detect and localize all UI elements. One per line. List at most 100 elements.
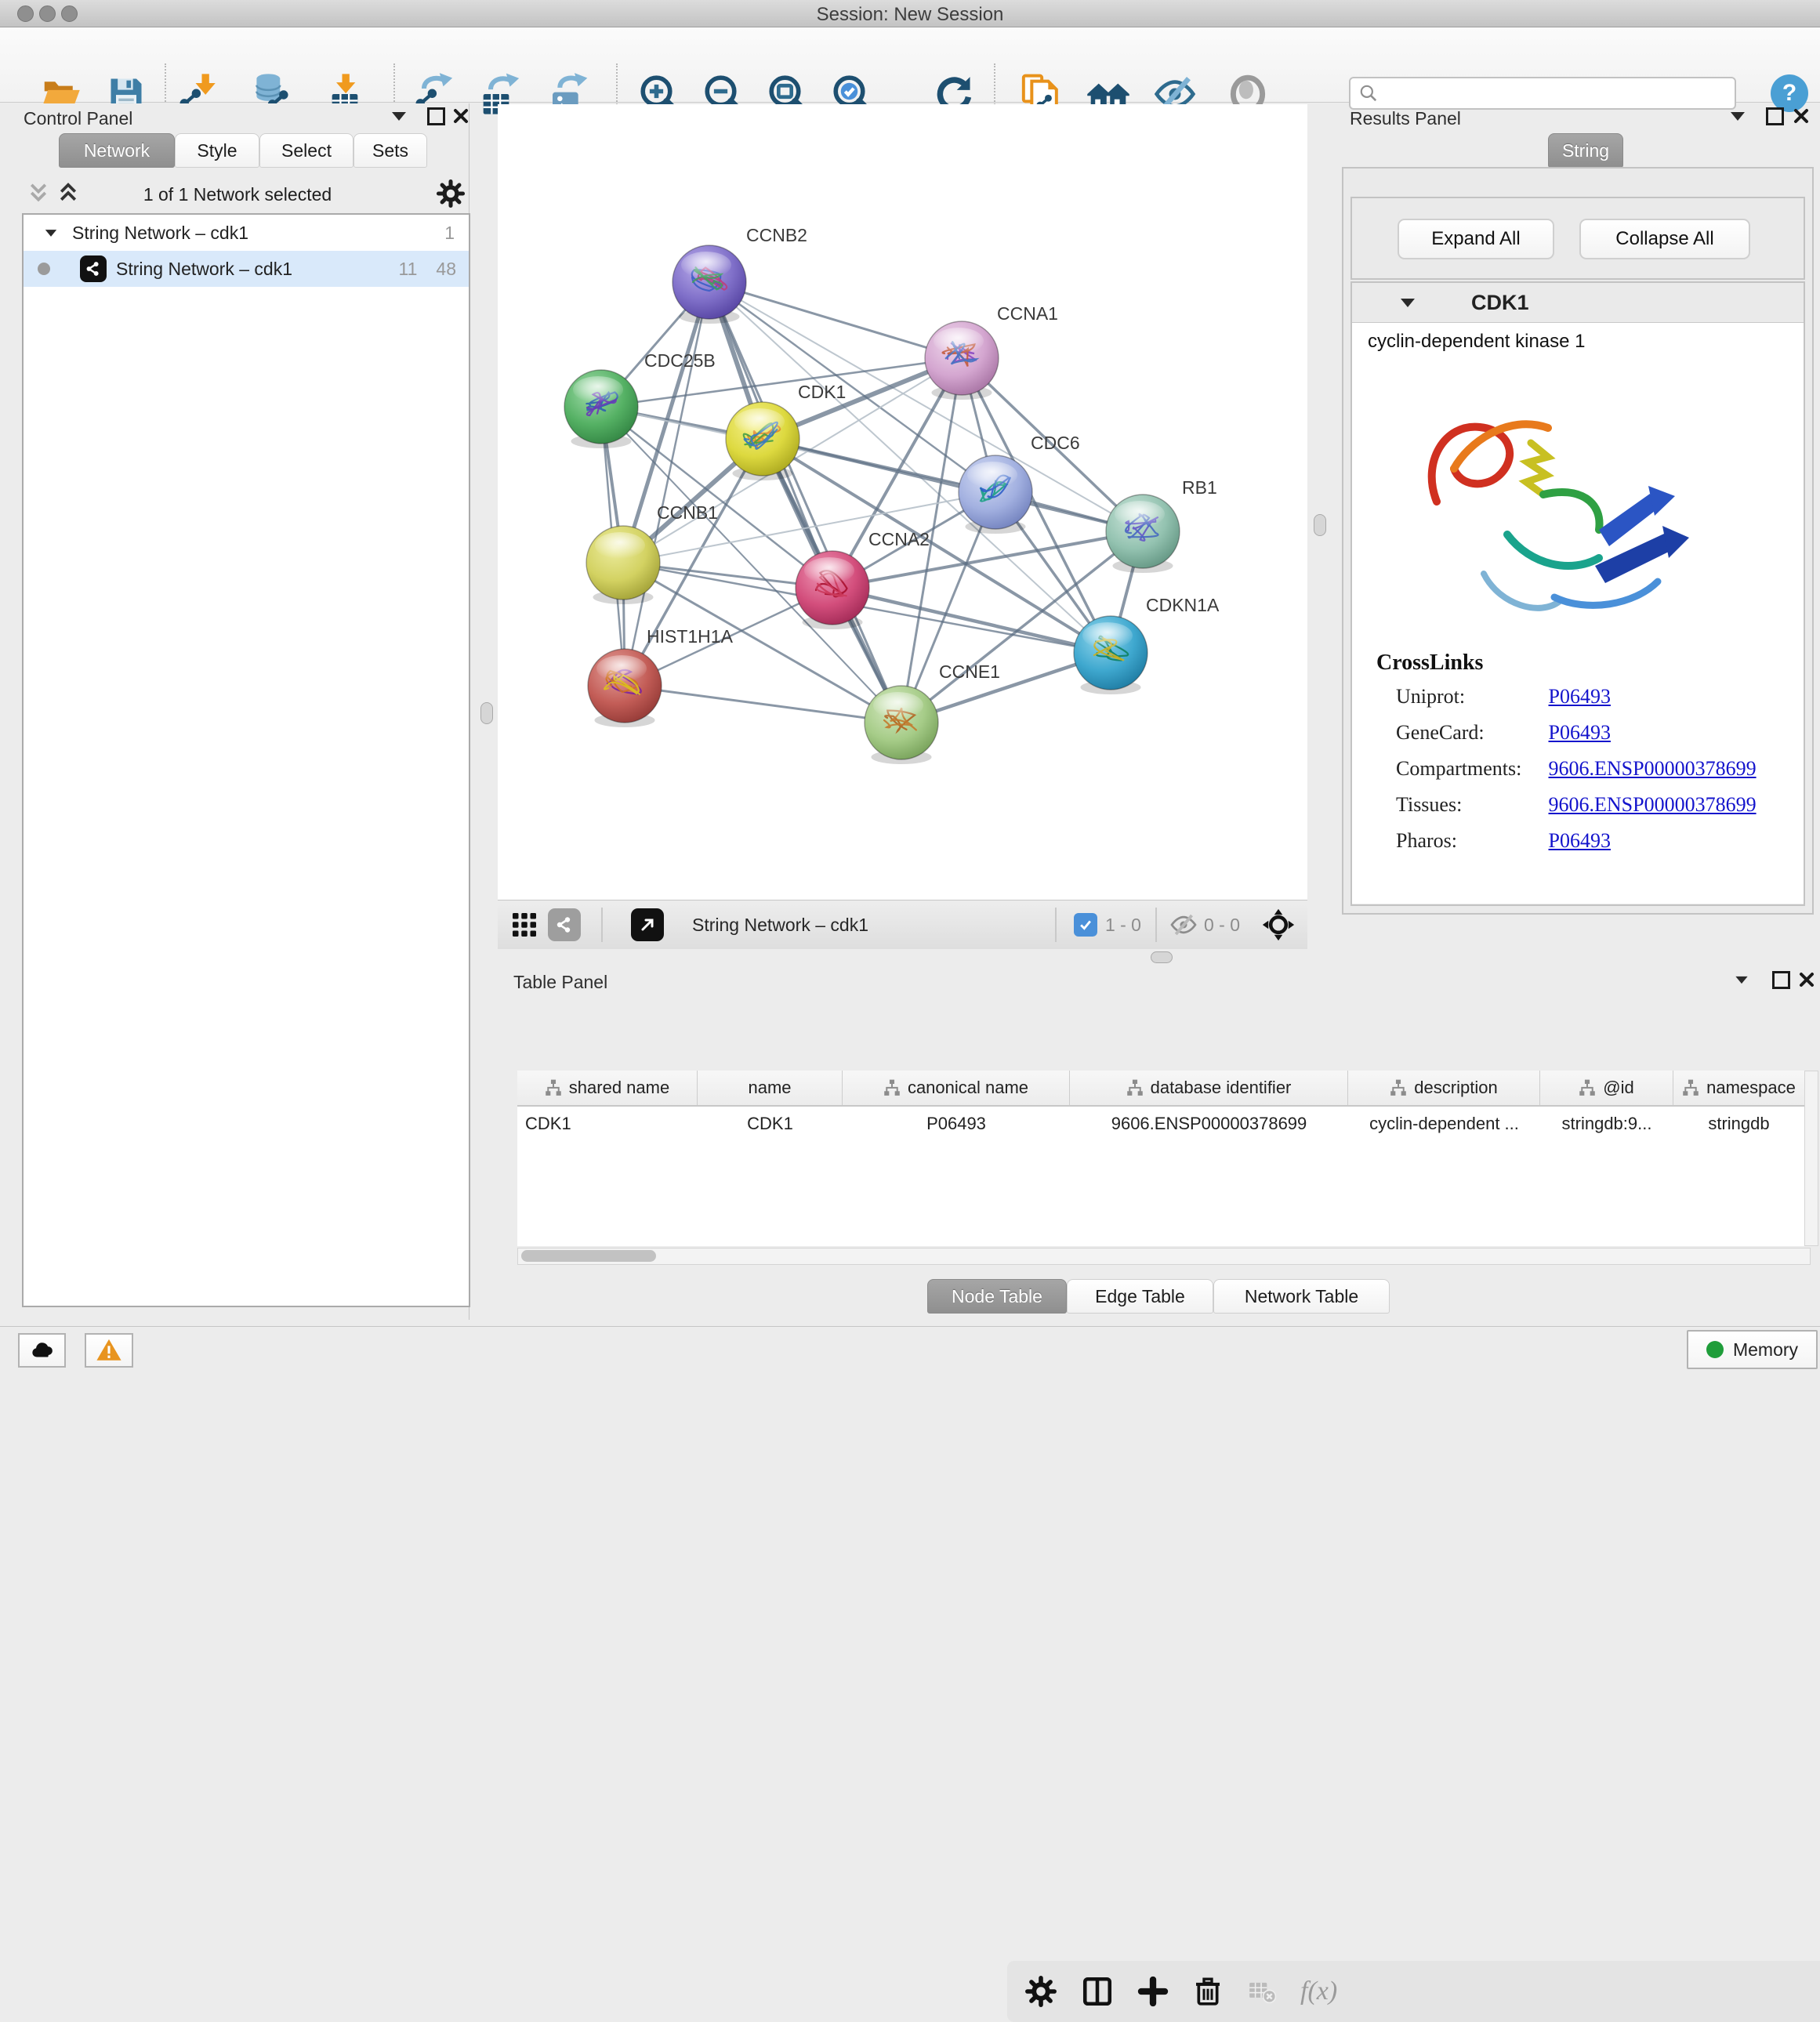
right-splitter-handle[interactable] [1314, 514, 1326, 536]
cell-description[interactable]: cyclin-dependent ... [1348, 1107, 1540, 1141]
panel-close-icon[interactable] [451, 107, 470, 125]
view-grid-icon[interactable] [510, 911, 538, 939]
collection-expand-caret-icon[interactable] [45, 230, 56, 237]
create-column-plus-icon[interactable] [1137, 1976, 1169, 2007]
tab-edge-table[interactable]: Edge Table [1067, 1279, 1213, 1314]
network-canvas[interactable]: CCNB2CCNA1CDC25BCDK1CDC6RB1CCNB1CCNA2CDK… [498, 104, 1307, 900]
panel-menu-caret-icon[interactable] [1735, 977, 1747, 984]
column-header-name[interactable]: name [698, 1071, 843, 1105]
node-gloss-highlight [734, 408, 785, 435]
crosslink-value-link[interactable]: 9606.ENSP00000378699 [1549, 757, 1757, 780]
crosslink-label: Compartments: [1396, 757, 1543, 781]
tab-string[interactable]: String [1548, 133, 1623, 168]
network-node-cdkn1a[interactable]: CDKN1A [1074, 595, 1220, 694]
warning-status-button[interactable] [85, 1333, 133, 1368]
node-label-rb1: RB1 [1182, 477, 1217, 498]
tab-network[interactable]: Network [59, 133, 175, 168]
crosslink-value-link[interactable]: P06493 [1549, 721, 1611, 744]
network-node-rb1[interactable]: RB1 [1106, 477, 1217, 573]
network-graph[interactable]: CCNB2CCNA1CDC25BCDK1CDC6RB1CCNB1CCNA2CDK… [498, 104, 1307, 900]
search-input[interactable] [1379, 82, 1735, 104]
panel-menu-caret-icon[interactable] [1731, 112, 1745, 121]
network-options-gear-icon[interactable] [436, 179, 466, 208]
crosslink-value-link[interactable]: 9606.ENSP00000378699 [1549, 793, 1757, 816]
panel-menu-caret-icon[interactable] [392, 112, 406, 121]
tab-select[interactable]: Select [259, 133, 353, 168]
column-header-at-id[interactable]: @id [1540, 1071, 1673, 1105]
panel-close-icon[interactable] [1797, 970, 1816, 989]
network-node-count: 11 [399, 259, 418, 280]
scrollbar-thumb[interactable] [521, 1250, 656, 1262]
string-network-badge-icon [80, 255, 107, 282]
network-node-cdc25b[interactable]: CDC25B [564, 350, 716, 448]
node-label-cdc6: CDC6 [1031, 433, 1080, 453]
node-label-cdc25b: CDC25B [644, 350, 716, 371]
node-gloss-highlight [596, 655, 647, 682]
network-view-title: String Network – cdk1 [692, 915, 868, 936]
column-header-description[interactable]: description [1348, 1071, 1540, 1105]
cell-name[interactable]: CDK1 [698, 1107, 843, 1141]
network-edge-count: 48 [436, 259, 456, 280]
selected-node-edge-counts: 1 - 0 [1105, 915, 1141, 936]
network-row[interactable]: String Network – cdk1 11 48 [24, 251, 469, 287]
tab-node-table[interactable]: Node Table [927, 1279, 1067, 1314]
node-table: shared name name canonical name database… [517, 1071, 1804, 1246]
network-node-cdk1[interactable]: CDK1 [726, 382, 846, 480]
tab-sets[interactable]: Sets [353, 133, 427, 168]
column-header-database-identifier[interactable]: database identifier [1070, 1071, 1348, 1105]
selected-checkbox-icon[interactable] [1074, 913, 1097, 937]
network-edge-ccna2-cdkn1a[interactable] [832, 588, 1111, 653]
cell-canonical-name[interactable]: P06493 [843, 1107, 1070, 1141]
column-header-shared-name[interactable]: shared name [517, 1071, 698, 1105]
collapse-all-button[interactable]: Collapse All [1579, 219, 1750, 259]
panel-float-icon[interactable] [1766, 107, 1784, 125]
memory-button[interactable]: Memory [1687, 1330, 1818, 1369]
network-share-badge-icon[interactable] [548, 908, 581, 941]
gene-card-header[interactable]: CDK1 [1352, 283, 1804, 322]
network-edge-ccnb2-hist1h1a[interactable] [625, 282, 709, 686]
table-row[interactable]: CDK1 CDK1 P06493 9606.ENSP00000378699 cy… [517, 1107, 1804, 1141]
tab-network-table[interactable]: Network Table [1213, 1279, 1390, 1314]
network-node-hist1h1a[interactable]: HIST1H1A [588, 626, 734, 727]
crosslink-value-link[interactable]: P06493 [1549, 685, 1611, 708]
panel-close-icon[interactable] [1792, 107, 1811, 125]
column-header-namespace[interactable]: namespace [1673, 1071, 1804, 1105]
node-layer: CCNB2CCNA1CDC25BCDK1CDC6RB1CCNB1CCNA2CDK… [564, 225, 1220, 764]
network-collection-row[interactable]: String Network – cdk1 1 [24, 215, 469, 251]
tab-style[interactable]: Style [175, 133, 259, 168]
protein-structure-image [1413, 368, 1711, 674]
cloud-status-button[interactable] [18, 1333, 66, 1368]
cell-shared-name[interactable]: CDK1 [517, 1107, 698, 1141]
window-titlebar: Session: New Session [0, 0, 1820, 27]
panel-float-icon[interactable] [427, 107, 445, 125]
node-gloss-highlight [681, 252, 731, 278]
detach-view-button[interactable] [631, 908, 664, 941]
column-header-canonical-name[interactable]: canonical name [843, 1071, 1070, 1105]
gene-expand-caret-icon[interactable] [1401, 299, 1415, 307]
network-edge-ccnb2-ccne1[interactable] [709, 282, 901, 723]
network-node-ccnb2[interactable]: CCNB2 [673, 225, 807, 324]
expand-all-button[interactable]: Expand All [1398, 219, 1554, 259]
cell-database-identifier[interactable]: 9606.ENSP00000378699 [1070, 1107, 1348, 1141]
node-label-hist1h1a: HIST1H1A [647, 626, 734, 647]
network-edge-hist1h1a-ccne1[interactable] [625, 686, 901, 723]
network-edge-ccnb2-ccna1[interactable] [709, 282, 962, 358]
cell-namespace[interactable]: stringdb [1673, 1107, 1804, 1141]
bottom-splitter-handle[interactable] [1151, 951, 1173, 963]
left-splitter-handle[interactable] [480, 702, 493, 724]
network-node-cdc6[interactable]: CDC6 [959, 433, 1080, 534]
panel-float-icon[interactable] [1772, 971, 1790, 989]
gene-description: cyclin-dependent kinase 1 [1368, 331, 1586, 353]
window-title: Session: New Session [0, 4, 1820, 26]
node-label-ccna1: CCNA1 [997, 303, 1058, 324]
delete-column-trash-icon[interactable] [1192, 1976, 1224, 2007]
network-node-ccne1[interactable]: CCNE1 [865, 661, 1000, 764]
table-vertical-scrollbar[interactable] [1804, 1071, 1818, 1246]
birdseye-crosshair-icon[interactable] [1262, 908, 1295, 941]
hidden-node-edge-counts: 0 - 0 [1204, 915, 1240, 936]
table-horizontal-scrollbar[interactable] [517, 1248, 1811, 1265]
cell-at-id[interactable]: stringdb:9... [1540, 1107, 1673, 1141]
crosslink-value-link[interactable]: P06493 [1549, 829, 1611, 852]
table-options-gear-icon[interactable] [1024, 1975, 1057, 2008]
show-columns-icon[interactable] [1081, 1975, 1114, 2008]
